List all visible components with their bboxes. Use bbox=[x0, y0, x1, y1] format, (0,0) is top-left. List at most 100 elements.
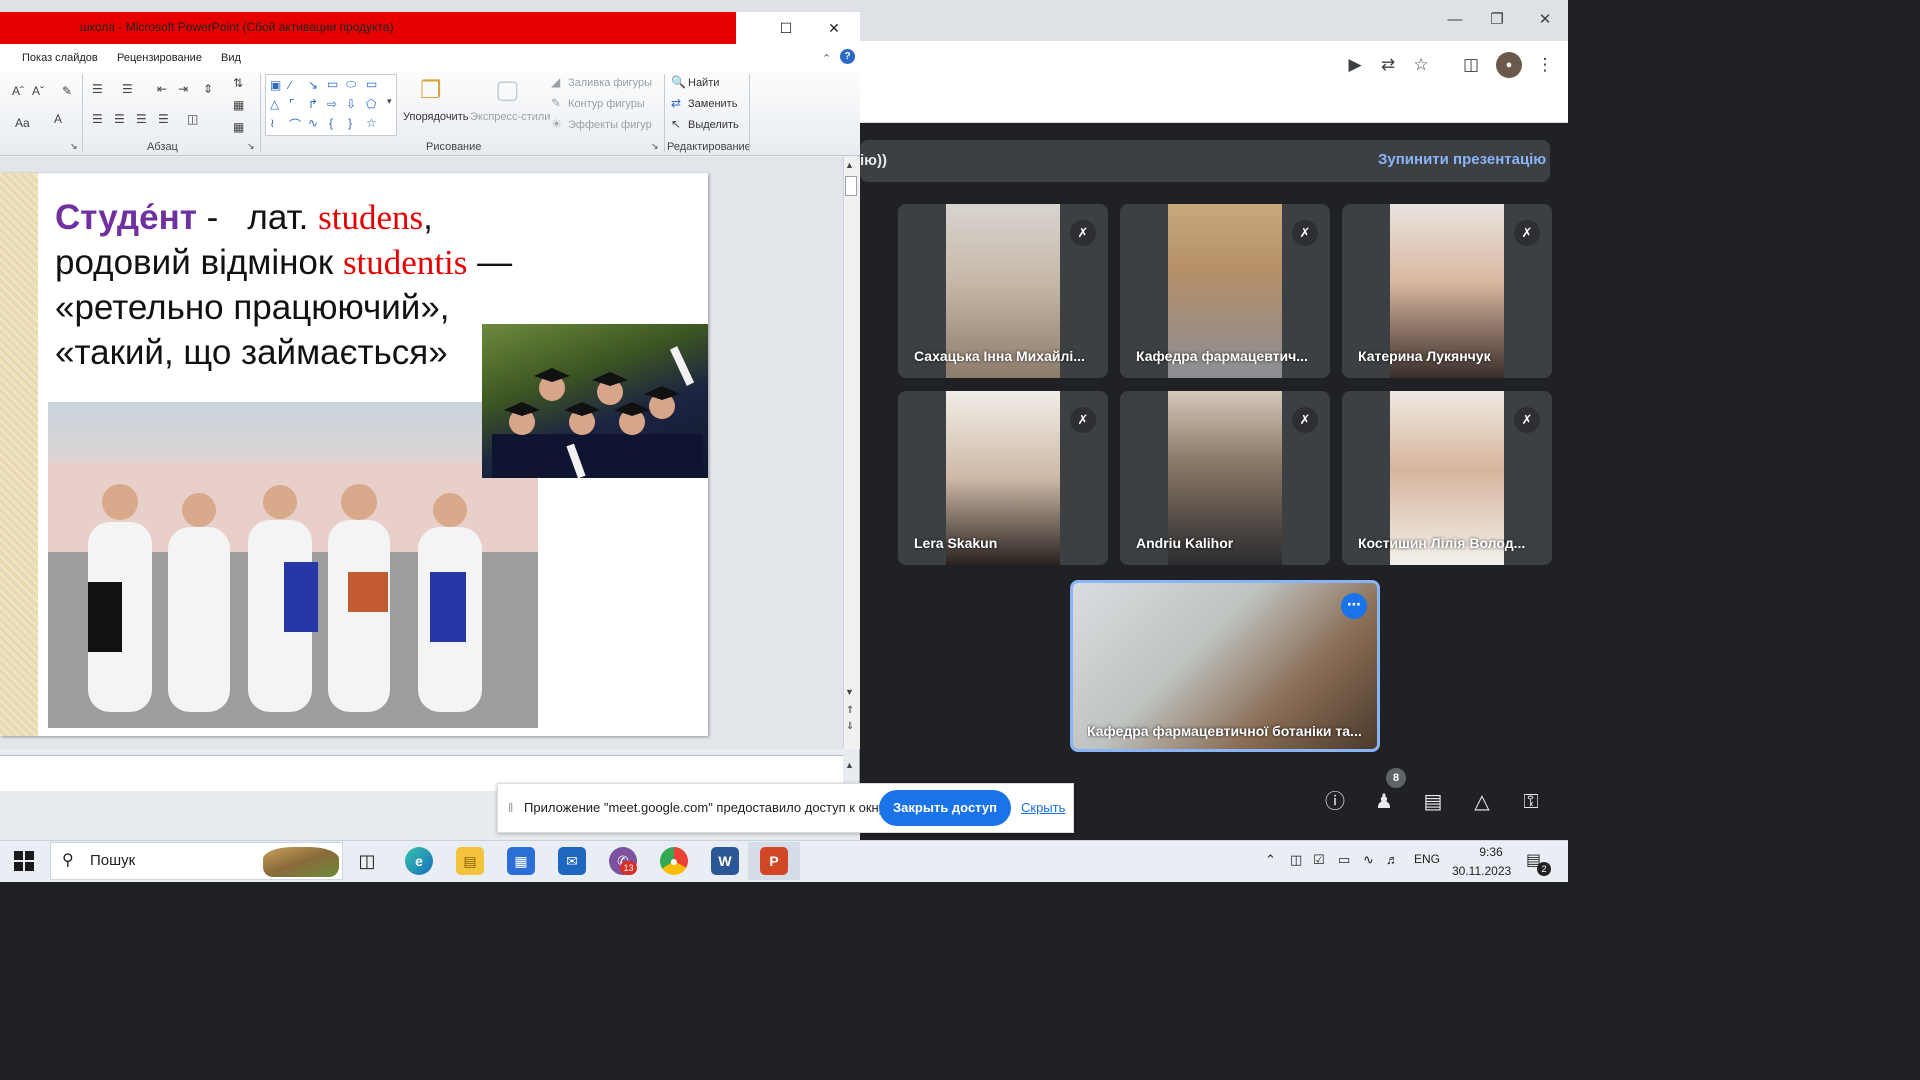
participant-tile[interactable]: ✗ Катерина Лукянчук bbox=[1342, 204, 1552, 378]
side-panel-icon[interactable]: ◫ bbox=[1458, 52, 1484, 78]
down-arrow-icon[interactable]: ⇩ bbox=[346, 97, 356, 111]
line-spacing-icon[interactable]: ⇕ bbox=[203, 82, 213, 96]
chrome-icon[interactable]: ● bbox=[660, 847, 688, 875]
select-button[interactable]: Выделить bbox=[688, 119, 739, 131]
dialog-launcher-icon[interactable]: ↘ bbox=[651, 141, 659, 152]
elbow-connector-icon[interactable]: ⌜ bbox=[289, 97, 295, 111]
effects-icon[interactable]: ☀ bbox=[551, 117, 562, 131]
arrow-line-icon[interactable]: ↘ bbox=[308, 78, 318, 92]
restore-icon[interactable]: ❐ bbox=[1482, 8, 1512, 32]
language-indicator[interactable]: ENG bbox=[1414, 852, 1440, 866]
dialog-launcher-icon[interactable]: ↘ bbox=[70, 141, 78, 152]
find-button[interactable]: Найти bbox=[688, 77, 719, 89]
align-text-icon[interactable]: ▦ bbox=[233, 98, 244, 112]
edge-icon[interactable]: e bbox=[405, 847, 433, 875]
participant-tile[interactable]: ✗ Lera Skakun bbox=[898, 391, 1108, 565]
select-icon[interactable]: ↖ bbox=[671, 117, 681, 131]
left-brace-icon[interactable]: { bbox=[329, 116, 333, 130]
students-photo[interactable] bbox=[48, 402, 538, 728]
align-right-icon[interactable]: ☰ bbox=[136, 112, 147, 126]
store-icon[interactable]: ▦ bbox=[507, 847, 535, 875]
scroll-down-icon[interactable]: ▼ bbox=[845, 687, 854, 697]
help-icon[interactable]: ? bbox=[840, 49, 855, 64]
gallery-scroll-icon[interactable]: ▾ bbox=[387, 96, 392, 107]
scroll-thumb[interactable] bbox=[845, 176, 857, 196]
align-left-icon[interactable]: ☰ bbox=[92, 112, 103, 126]
mail-icon[interactable]: ✉ bbox=[558, 847, 586, 875]
chrome-menu-icon[interactable]: ⋮ bbox=[1532, 52, 1558, 78]
indent-increase-icon[interactable]: ⇥ bbox=[178, 82, 188, 96]
clear-format-icon[interactable]: ✎ bbox=[62, 84, 72, 98]
drag-handle-icon[interactable]: ‖ bbox=[508, 800, 513, 815]
participant-tile[interactable]: ✗ Сахацька Інна Михайлі... bbox=[898, 204, 1108, 378]
graduates-photo[interactable] bbox=[482, 324, 708, 478]
ribbon-collapse-icon[interactable]: ⌃ bbox=[822, 52, 831, 65]
rectangle-icon[interactable]: ▭ bbox=[327, 77, 338, 91]
font-color-icon[interactable]: A bbox=[54, 112, 62, 126]
participant-tile[interactable]: ✗ Костишин Лілія Волод... bbox=[1342, 391, 1552, 565]
next-slide-icon[interactable]: ⇓ bbox=[846, 721, 854, 732]
translate-icon[interactable]: ⇄ bbox=[1375, 52, 1401, 78]
fill-icon[interactable]: ◢ bbox=[551, 75, 560, 89]
ppt-maximize-icon[interactable]: ☐ bbox=[771, 17, 801, 39]
scroll-up-icon[interactable]: ▲ bbox=[845, 160, 854, 170]
chat-icon[interactable]: ▤ bbox=[1417, 786, 1449, 818]
quick-styles-icon[interactable]: ▢ bbox=[495, 74, 520, 105]
wifi-icon[interactable]: ∿ bbox=[1363, 852, 1374, 868]
rounded-rect-icon[interactable]: ▭ bbox=[366, 77, 377, 91]
star-icon[interactable]: ☆ bbox=[366, 116, 377, 130]
elbow-arrow-icon[interactable]: ↱ bbox=[308, 97, 318, 111]
textbox-icon[interactable]: ▣ bbox=[270, 78, 281, 92]
host-controls-icon[interactable]: ⚿ bbox=[1515, 786, 1547, 818]
outline-icon[interactable]: ✎ bbox=[551, 96, 561, 110]
line-icon[interactable]: ∕ bbox=[289, 78, 291, 92]
pentagon-icon[interactable]: ⬠ bbox=[366, 97, 376, 111]
prev-slide-icon[interactable]: ⇑ bbox=[846, 705, 854, 716]
activities-icon[interactable]: △ bbox=[1466, 786, 1498, 818]
justify-icon[interactable]: ☰ bbox=[158, 112, 169, 126]
notes-scroll-up-icon[interactable]: ▲ bbox=[845, 760, 854, 770]
oval-icon[interactable]: ⬭ bbox=[346, 77, 356, 92]
stop-presenting-button[interactable]: Зупинити презентацію bbox=[1378, 151, 1546, 168]
tray-device-icon[interactable]: ◫ bbox=[1290, 852, 1302, 868]
clock-date[interactable]: 30.11.2023 bbox=[1452, 864, 1511, 878]
tab-review[interactable]: Рецензирование bbox=[117, 52, 202, 64]
triangle-icon[interactable]: △ bbox=[270, 97, 279, 111]
ppt-close-icon[interactable]: ✕ bbox=[819, 17, 849, 39]
shape-outline-button[interactable]: Контур фигуры bbox=[568, 98, 645, 110]
tab-view[interactable]: Вид bbox=[221, 52, 241, 64]
meeting-info-icon[interactable]: ⓘ bbox=[1319, 786, 1351, 818]
tray-overflow-icon[interactable]: ⌃ bbox=[1265, 852, 1276, 868]
change-case-icon[interactable]: Aa bbox=[15, 116, 30, 130]
arc-icon[interactable]: ⌒ bbox=[289, 116, 301, 133]
participant-tile[interactable]: ✗ Кафедра фармацевтич... bbox=[1120, 204, 1330, 378]
battery-icon[interactable]: ▭ bbox=[1338, 852, 1350, 868]
replace-button[interactable]: Заменить bbox=[688, 98, 737, 110]
arrange-icon[interactable]: ❐ bbox=[420, 76, 442, 105]
right-arrow-icon[interactable]: ⇨ bbox=[327, 97, 337, 111]
people-icon[interactable]: ♟ bbox=[1368, 786, 1400, 818]
arrange-button[interactable]: Упорядочить bbox=[403, 111, 468, 123]
profile-avatar[interactable]: ● bbox=[1496, 52, 1522, 78]
bookmark-star-icon[interactable]: ☆ bbox=[1408, 52, 1434, 78]
task-view-icon[interactable]: ◫ bbox=[353, 847, 381, 875]
numbering-icon[interactable]: ☰ bbox=[122, 82, 133, 96]
slide-canvas[interactable]: Студе́нт - лат. studens, родовий відміно… bbox=[0, 173, 708, 736]
file-explorer-icon[interactable]: ▤ bbox=[456, 847, 484, 875]
columns-icon[interactable]: ◫ bbox=[187, 112, 198, 126]
align-center-icon[interactable]: ☰ bbox=[114, 112, 125, 126]
volume-icon[interactable]: ♬ bbox=[1386, 852, 1399, 867]
vertical-scrollbar[interactable] bbox=[843, 157, 860, 749]
powerpoint-icon[interactable]: P bbox=[760, 847, 788, 875]
curve-icon[interactable]: ∿ bbox=[308, 116, 318, 130]
bullets-icon[interactable]: ☰ bbox=[92, 82, 103, 96]
minimize-icon[interactable]: — bbox=[1440, 8, 1470, 32]
font-shrink-icon[interactable]: Aˇ bbox=[32, 84, 44, 98]
self-view-tile[interactable]: ⋯ Кафедра фармацевтичної ботаніки та... bbox=[1070, 580, 1380, 752]
clock-time[interactable]: 9:36 bbox=[1466, 845, 1516, 859]
stop-sharing-button[interactable]: Закрыть доступ bbox=[879, 790, 1011, 826]
find-icon[interactable]: 🔍 bbox=[671, 75, 686, 89]
windows-start-icon[interactable] bbox=[12, 849, 36, 873]
text-direction-icon[interactable]: ⇅ bbox=[233, 76, 243, 90]
participant-tile[interactable]: ✗ Andriu Kalihor bbox=[1120, 391, 1330, 565]
